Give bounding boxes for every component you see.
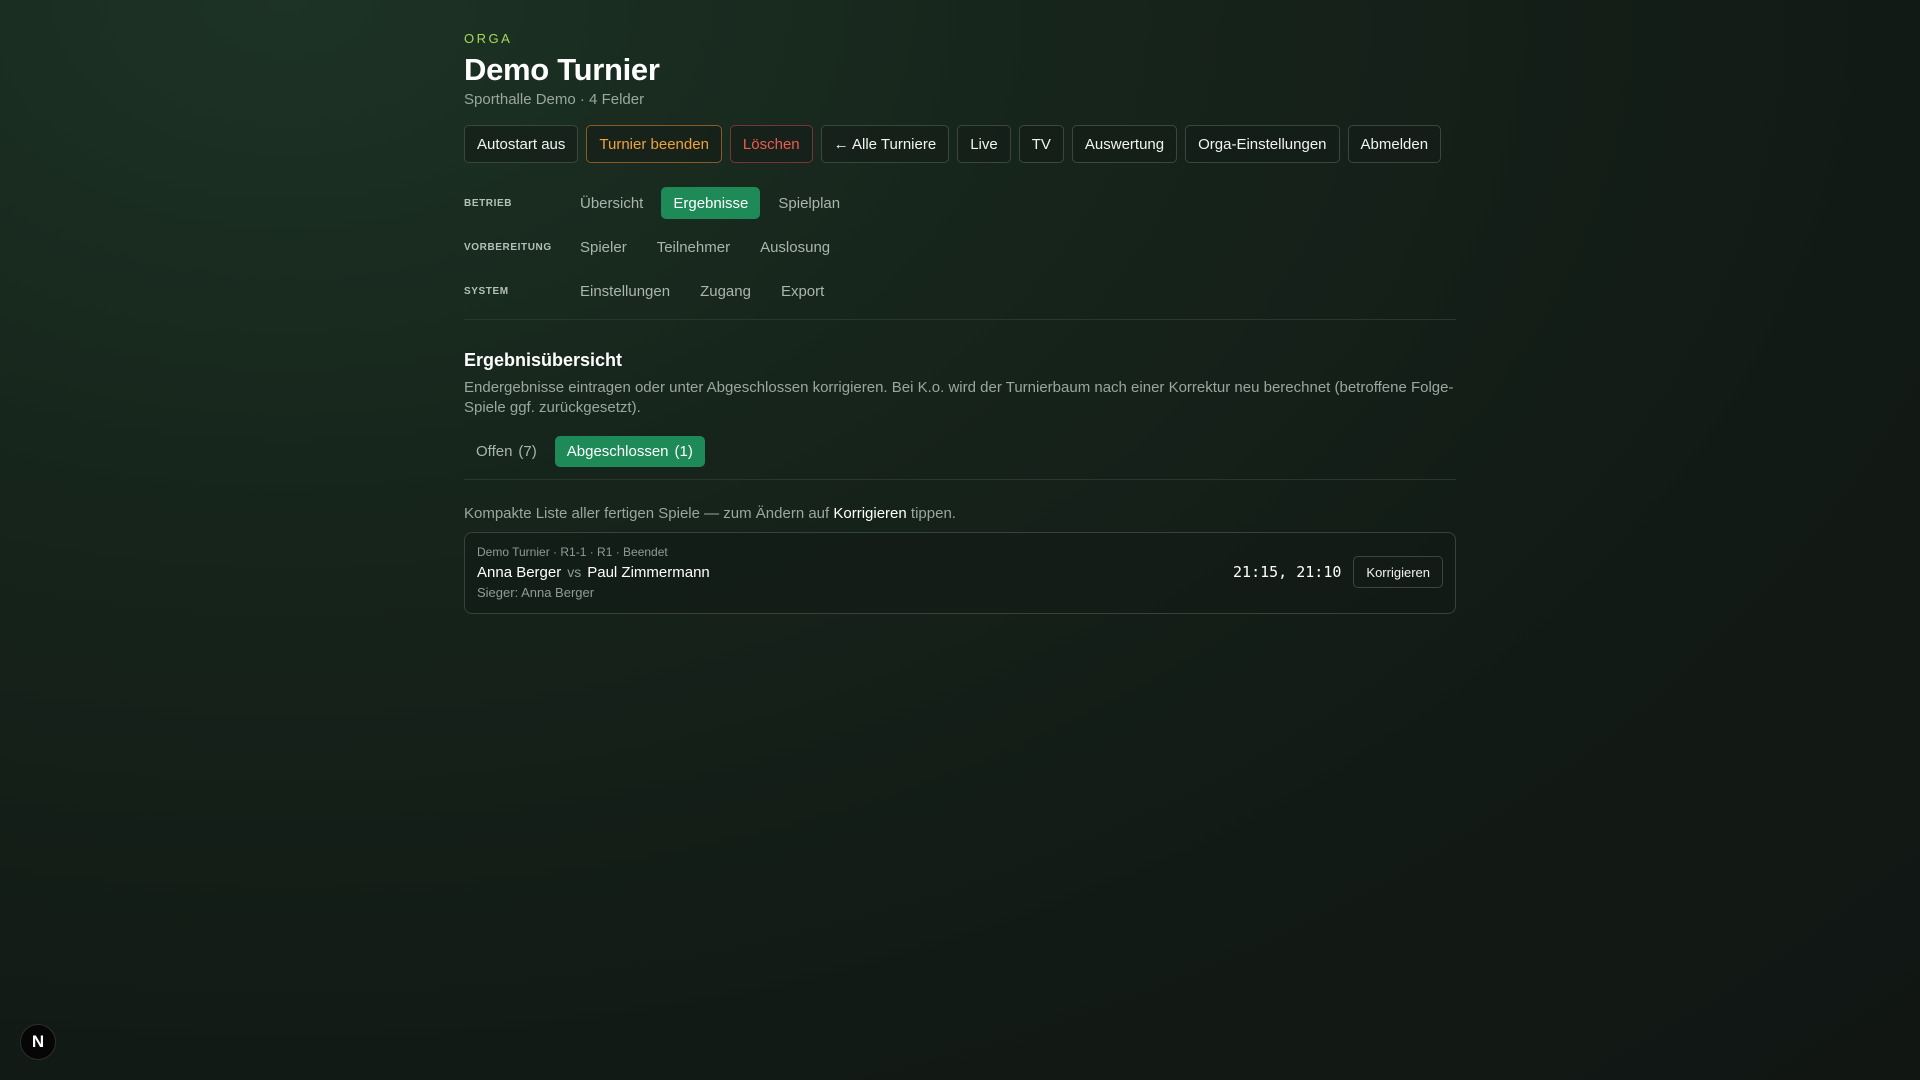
match-score: 21:15, 21:10 xyxy=(1233,563,1342,581)
evaluation-button[interactable]: Auswertung xyxy=(1071,125,1178,163)
tab-closed[interactable]: Abgeschlossen (1) xyxy=(554,436,705,467)
vs-label: vs xyxy=(567,564,582,580)
subtabs-divider xyxy=(464,479,1456,480)
list-hint: Kompakte Liste aller fertigen Spiele — z… xyxy=(464,504,1456,524)
nav-group-label: VORBEREITUNG xyxy=(464,241,552,253)
nav-group-label: SYSTEM xyxy=(464,285,509,297)
match-actions: 21:15, 21:10 Korrigieren xyxy=(1233,556,1443,588)
nav-item-players[interactable]: Spieler xyxy=(580,231,639,263)
n-logo-icon: N xyxy=(31,1032,45,1051)
hint-text: Kompakte Liste aller fertigen Spiele — z… xyxy=(464,505,834,522)
player-b: Paul Zimmermann xyxy=(587,564,710,581)
section-description: Endergebnisse eintragen oder unter Abges… xyxy=(464,379,1454,416)
live-button[interactable]: Live xyxy=(957,125,1011,163)
match-card: Demo Turnier · R1-1 · R1 · Beendet Anna … xyxy=(464,532,1456,614)
tv-button[interactable]: TV xyxy=(1018,125,1064,163)
logout-button[interactable]: Abmelden xyxy=(1347,125,1442,163)
nav-item-access[interactable]: Zugang xyxy=(688,275,763,307)
section-divider xyxy=(464,319,1456,320)
orga-settings-button[interactable]: Orga-Einstellungen xyxy=(1185,125,1340,163)
nav-group-betrieb: BETRIEB Übersicht Ergebnisse Spielplan xyxy=(464,187,1456,219)
tab-open[interactable]: Offen (7) xyxy=(464,436,549,467)
all-tournaments-button[interactable]: ← Alle Turniere xyxy=(820,125,950,163)
tab-count: (1) xyxy=(674,443,693,460)
autostart-button[interactable]: Autostart aus xyxy=(464,125,579,163)
delete-button[interactable]: Löschen xyxy=(729,125,813,163)
nav-item-schedule[interactable]: Spielplan xyxy=(766,187,852,219)
section-title: Ergebnisübersicht xyxy=(464,350,623,370)
tab-label: Offen xyxy=(476,443,513,460)
hint-emphasis: Korrigieren xyxy=(833,505,907,522)
action-bar: Autostart aus Turnier beenden Löschen ← … xyxy=(464,125,1456,163)
nav-item-export[interactable]: Export xyxy=(769,275,836,307)
nav-group-label: BETRIEB xyxy=(464,197,513,209)
nav-group-vorbereitung: VORBEREITUNG Spieler Teilnehmer Auslosun… xyxy=(464,231,1456,263)
section-nav: BETRIEB Übersicht Ergebnisse Spielplan V… xyxy=(464,187,1456,307)
tab-label: Abgeschlossen xyxy=(566,443,669,460)
player-a: Anna Berger xyxy=(477,564,562,581)
results-subtabs: Offen (7) Abgeschlossen (1) xyxy=(464,436,1456,467)
nav-item-results[interactable]: Ergebnisse xyxy=(661,187,761,219)
nav-group-system: SYSTEM Einstellungen Zugang Export xyxy=(464,275,1456,307)
header-eyebrow: ORGA xyxy=(464,31,513,46)
tab-count: (7) xyxy=(518,443,537,460)
next-dev-indicator-button[interactable]: N xyxy=(20,1024,56,1060)
nav-item-draw[interactable]: Auslosung xyxy=(748,231,842,263)
nav-item-participants[interactable]: Teilnehmer xyxy=(645,231,742,263)
page-subtitle: Sporthalle Demo · 4 Felder xyxy=(464,91,645,108)
nav-item-settings[interactable]: Einstellungen xyxy=(580,275,682,307)
correct-button[interactable]: Korrigieren xyxy=(1353,556,1443,588)
nav-item-overview[interactable]: Übersicht xyxy=(580,187,655,219)
main-container: ORGA Demo Turnier Sporthalle Demo · 4 Fe… xyxy=(464,30,1456,614)
page-title: Demo Turnier xyxy=(464,52,660,87)
hint-text-end: tippen. xyxy=(906,505,956,522)
end-tournament-button[interactable]: Turnier beenden xyxy=(586,125,722,163)
